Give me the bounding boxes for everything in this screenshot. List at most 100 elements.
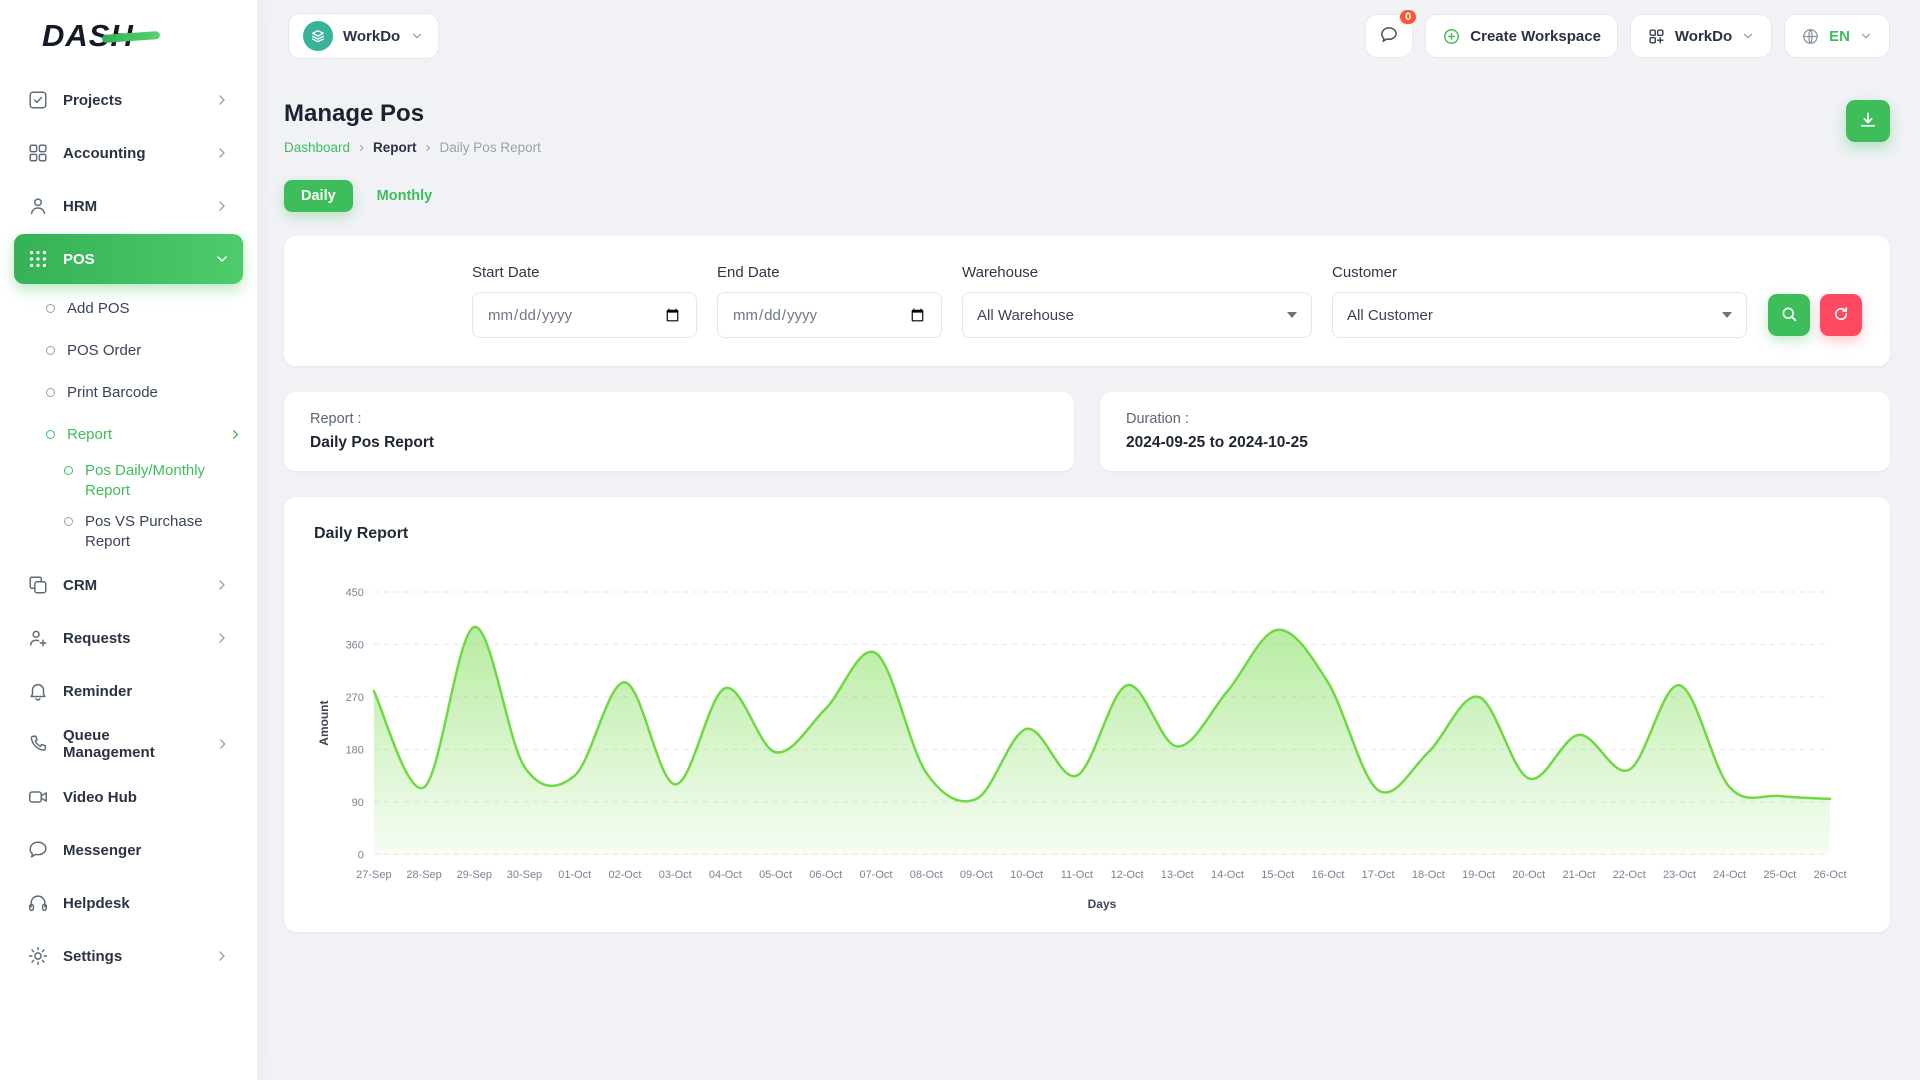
app-logo[interactable]: DASH [0,0,257,72]
create-workspace-label: Create Workspace [1470,28,1601,45]
svg-text:25-Oct: 25-Oct [1763,869,1796,881]
sidebar-item-hrm[interactable]: HRM [14,181,243,231]
svg-text:12-Oct: 12-Oct [1111,869,1144,881]
grid-plus-icon [1647,27,1666,46]
breadcrumb-separator-icon: › [359,139,364,156]
sidebar-item-projects[interactable]: Projects [14,75,243,125]
tab-monthly[interactable]: Monthly [373,180,437,212]
sidebar-item-accounting[interactable]: Accounting [14,128,243,178]
create-workspace-button[interactable]: Create Workspace [1425,14,1618,58]
svg-text:23-Oct: 23-Oct [1663,869,1696,881]
sidebar-item-queue-management[interactable]: Queue Management [14,719,243,769]
sidebar-item-helpdesk[interactable]: Helpdesk [14,878,243,928]
svg-text:Days: Days [1088,897,1117,911]
sidebar-item-pos[interactable]: POS [14,234,243,284]
chevron-right-icon [214,630,230,646]
start-date-input[interactable] [472,292,697,338]
svg-text:180: 180 [346,744,364,756]
svg-text:29-Sep: 29-Sep [457,869,492,881]
chevron-down-icon [214,251,230,267]
crm-icon [27,574,49,596]
language-code: EN [1829,28,1850,45]
chevron-down-icon [1741,29,1755,43]
daily-report-card: Daily Report 09018027036045027-Sep28-Sep… [284,497,1890,932]
sidebar-item-report[interactable]: Report [0,413,257,455]
breadcrumb-item[interactable]: Dashboard [284,140,350,155]
svg-text:30-Sep: 30-Sep [507,869,542,881]
messages-badge: 0 [1398,8,1418,26]
duration-value: 2024-09-25 to 2024-10-25 [1126,434,1864,452]
sidebar-item-video-hub[interactable]: Video Hub [14,772,243,822]
svg-text:01-Oct: 01-Oct [558,869,591,881]
sidebar-item-add-pos[interactable]: Add POS [0,287,257,329]
workspace-name: WorkDo [343,28,400,45]
pos-icon [27,248,49,270]
svg-text:90: 90 [352,797,364,809]
end-date-label: End Date [717,264,942,281]
sidebar-item-pos-daily-monthly-report[interactable]: Pos Daily/Monthly Report [0,455,257,506]
bullet-icon [64,466,73,475]
daily-report-chart: 09018027036045027-Sep28-Sep29-Sep30-Sep0… [314,577,1860,916]
svg-text:360: 360 [346,639,364,651]
report-period-tabs: Daily Monthly [284,180,1890,212]
page-title: Manage Pos [284,100,541,128]
language-menu-button[interactable]: EN [1784,14,1890,58]
reset-button[interactable] [1820,294,1862,336]
sidebar-item-pos-order[interactable]: POS Order [0,329,257,371]
sidebar-item-settings[interactable]: Settings [14,931,243,981]
search-icon [1780,305,1798,326]
breadcrumb-item[interactable]: Report [373,140,417,155]
customer-select[interactable]: All Customer [1332,292,1747,338]
svg-text:02-Oct: 02-Oct [608,869,641,881]
sidebar-item-requests[interactable]: Requests [14,613,243,663]
svg-text:07-Oct: 07-Oct [859,869,892,881]
duration-label: Duration : [1126,411,1864,427]
warehouse-select[interactable]: All Warehouse [962,292,1312,338]
topbar: WorkDo 0 Create Workspace WorkDo [258,0,1920,72]
sidebar-item-reminder[interactable]: Reminder [14,666,243,716]
messages-button[interactable]: 0 [1365,14,1413,58]
bullet-icon [64,517,73,526]
chevron-down-icon [410,29,424,43]
report-summary-card: Report : Daily Pos Report [284,392,1074,471]
account-menu-button[interactable]: WorkDo [1630,14,1772,58]
accounting-icon [27,142,49,164]
end-date-input[interactable] [717,292,942,338]
svg-text:03-Oct: 03-Oct [659,869,692,881]
svg-text:20-Oct: 20-Oct [1512,869,1545,881]
sidebar-item-pos-vs-purchase-report[interactable]: Pos VS Purchase Report [0,506,257,557]
search-button[interactable] [1768,294,1810,336]
helpdesk-icon [27,892,49,914]
account-label: WorkDo [1675,28,1732,45]
svg-text:14-Oct: 14-Oct [1211,869,1244,881]
sidebar-item-crm[interactable]: CRM [14,560,243,610]
svg-text:10-Oct: 10-Oct [1010,869,1043,881]
svg-text:21-Oct: 21-Oct [1563,869,1596,881]
daily-report-area-chart: 09018027036045027-Sep28-Sep29-Sep30-Sep0… [314,577,1860,916]
hrm-icon [27,195,49,217]
breadcrumb-separator-icon: › [426,139,431,156]
svg-text:26-Oct: 26-Oct [1814,869,1847,881]
workspace-switcher[interactable]: WorkDo [288,13,439,59]
breadcrumb-item: Daily Pos Report [440,140,541,155]
svg-text:08-Oct: 08-Oct [910,869,943,881]
svg-text:Amount: Amount [317,701,331,746]
chevron-right-icon [228,427,243,442]
filter-card: Start Date End Date Warehouse All Wareho… [284,236,1890,366]
workspace-avatar-icon [303,21,333,51]
chevron-down-icon [1859,29,1873,43]
warehouse-label: Warehouse [962,264,1312,281]
svg-text:22-Oct: 22-Oct [1613,869,1646,881]
svg-text:11-Oct: 11-Oct [1061,869,1093,881]
svg-text:24-Oct: 24-Oct [1713,869,1746,881]
customer-label: Customer [1332,264,1747,281]
svg-text:04-Oct: 04-Oct [709,869,742,881]
breadcrumb: Dashboard › Report › Daily Pos Report [284,139,541,156]
tab-daily[interactable]: Daily [284,180,353,212]
svg-text:15-Oct: 15-Oct [1261,869,1294,881]
sidebar-item-print-barcode[interactable]: Print Barcode [0,371,257,413]
download-button[interactable] [1846,100,1890,142]
sidebar-item-messenger[interactable]: Messenger [14,825,243,875]
queue-icon [27,733,49,755]
main-content: Manage Pos Dashboard › Report › Daily Pos Re… [258,0,1920,962]
